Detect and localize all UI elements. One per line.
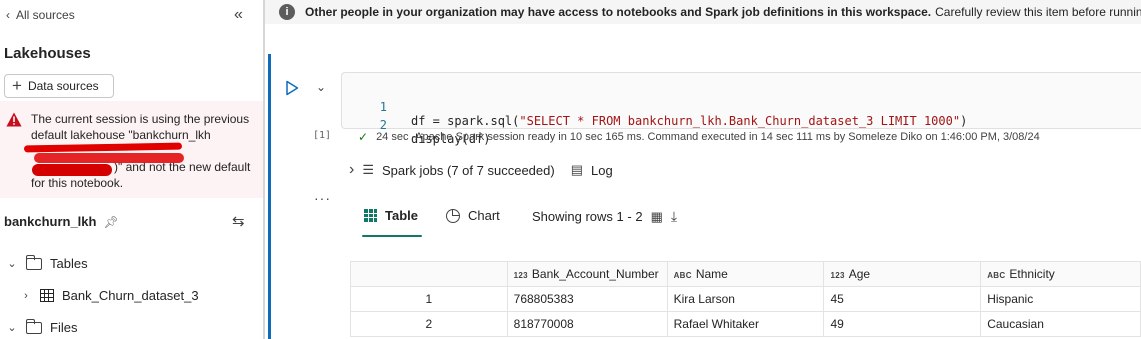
folder-icon [25,318,42,334]
numeric-type-icon: 123 [830,271,845,280]
warning-icon [6,112,22,127]
text-type-icon: ABC [673,271,692,280]
all-sources-link[interactable]: ‹ All sources [6,8,75,22]
add-data-sources-button[interactable]: + Data sources [4,74,114,98]
data-sources-label: Data sources [27,79,99,93]
files-label: Files [50,320,78,335]
table-row[interactable]: 2 818770008 Rafael Whitaker 49 Caucasian [350,311,1141,337]
table-cell[interactable]: Kira Larson [666,286,825,312]
run-cell-icon[interactable] [285,80,299,96]
index-header [350,261,508,287]
table-settings-icon[interactable]: ▦ [651,209,663,225]
table-cell[interactable]: Rafael Whitaker [666,311,825,337]
panel-title: Lakehouses [4,45,91,62]
pin-icon[interactable]: 📌︎ [103,215,118,229]
column-header[interactable]: ABC Name [666,261,825,287]
panel-divider[interactable] [263,0,265,339]
execution-details: -Apache Spark session ready in 10 sec 16… [411,131,1040,143]
table-row[interactable]: 1 768805383 Kira Larson 45 Hispanic [350,286,1141,312]
lakehouse-name-row[interactable]: bankchurn_lkh 📌︎ [4,214,119,229]
run-options-chevron-icon[interactable]: ⌄ [316,80,326,94]
active-cell-indicator [268,54,271,339]
chevron-down-icon[interactable]: ⌄ [6,257,18,270]
tree-item-files[interactable]: ⌄ Files [6,318,78,335]
switch-lakehouse-icon[interactable]: ⇆ [232,212,245,230]
redaction-mark [34,153,184,163]
tab-chart-label: Chart [468,208,500,223]
row-index: 1 [350,286,508,312]
chevron-down-icon[interactable]: ⌄ [6,321,18,334]
log-icon: ▤ [570,162,583,177]
column-header[interactable]: 123 Age [823,261,982,287]
collapse-panel-icon[interactable]: « [234,6,243,24]
lakehouse-name: bankchurn_lkh [4,214,97,229]
info-bold-text: Other people in your organization may ha… [305,5,932,19]
more-options-icon[interactable]: ··· [314,190,331,206]
table-cell[interactable]: 768805383 [506,286,668,312]
chevron-right-icon[interactable]: › [20,290,32,302]
tab-table-label: Table [385,208,418,223]
tree-item-bank-churn-table[interactable]: › Bank_Churn_dataset_3 [20,288,199,303]
session-warning-banner: The current session is using the previou… [0,101,263,198]
table-cell[interactable]: 49 [823,311,982,337]
table-grid-icon [364,209,377,222]
spark-jobs-toggle[interactable]: › ☰ Spark jobs (7 of 7 succeeded) [349,161,555,179]
table-cell[interactable]: 818770008 [506,311,668,337]
workspace-info-bar: i Other people in your organization may … [265,0,1141,24]
plus-icon: + [12,75,22,95]
redaction-mark [32,164,112,176]
chevron-left-icon: ‹ [6,8,10,22]
all-sources-label: All sources [16,8,75,22]
column-header[interactable]: 123 Bank_Account_Number [506,261,668,287]
column-header[interactable]: ABC Ethnicity [980,261,1141,287]
execution-status: ✓ 24 sec -Apache Spark session ready in … [358,130,1040,144]
log-label: Log [591,162,613,178]
tab-chart[interactable]: Chart [446,208,500,223]
execution-duration: 24 sec [376,131,409,143]
warning-line-2: default lakehouse "bankchurn_lkh [31,128,211,142]
numeric-type-icon: 123 [513,271,528,280]
tables-label: Tables [50,256,88,271]
download-icon[interactable]: ⤓ [671,208,677,225]
table-icon [40,289,54,302]
spark-jobs-bar: › ☰ Spark jobs (7 of 7 succeeded) ▤ Log [349,161,613,179]
table-cell[interactable]: Hispanic [980,286,1141,312]
checkmark-icon: ✓ [358,130,369,144]
table-name: Bank_Churn_dataset_3 [62,288,199,303]
table-cell[interactable]: Caucasian [980,311,1141,337]
spark-jobs-label: Spark jobs (7 of 7 succeeded) [381,162,555,178]
job-list-icon: ☰ [362,162,374,177]
table-cell[interactable]: 45 [823,286,982,312]
tree-item-tables[interactable]: ⌄ Tables [6,254,88,271]
execution-count: [1] [313,130,332,141]
code-editor[interactable]: 1 df = spark.sql("SELECT * FROM bankchur… [341,72,1141,146]
log-button[interactable]: ▤ Log [571,162,613,178]
table-header-row: 123 Bank_Account_Number ABC Name 123 Age AB… [350,261,1141,287]
row-count-label: Showing rows 1 - 2 ▦ ⤓ [532,208,677,225]
warning-line-5: for this notebook. [31,176,124,190]
folder-icon [25,254,42,270]
chart-icon [446,208,460,223]
lakehouse-explorer-panel: ‹ All sources « Lakehouses + Data source… [0,0,263,339]
info-normal-text: Carefully review this item before runnin… [935,5,1141,19]
warning-line-1: The current session is using the previou… [31,112,250,126]
text-type-icon: ABC [987,271,1006,280]
info-icon: i [279,4,295,20]
tab-table[interactable]: Table [364,208,418,223]
row-index: 2 [350,311,508,337]
result-table: 123 Bank_Account_Number ABC Name 123 Age AB… [350,261,1141,337]
showing-rows-text: Showing rows 1 - 2 [532,209,643,224]
active-tab-indicator [362,235,422,237]
chevron-right-icon: › [349,161,355,178]
